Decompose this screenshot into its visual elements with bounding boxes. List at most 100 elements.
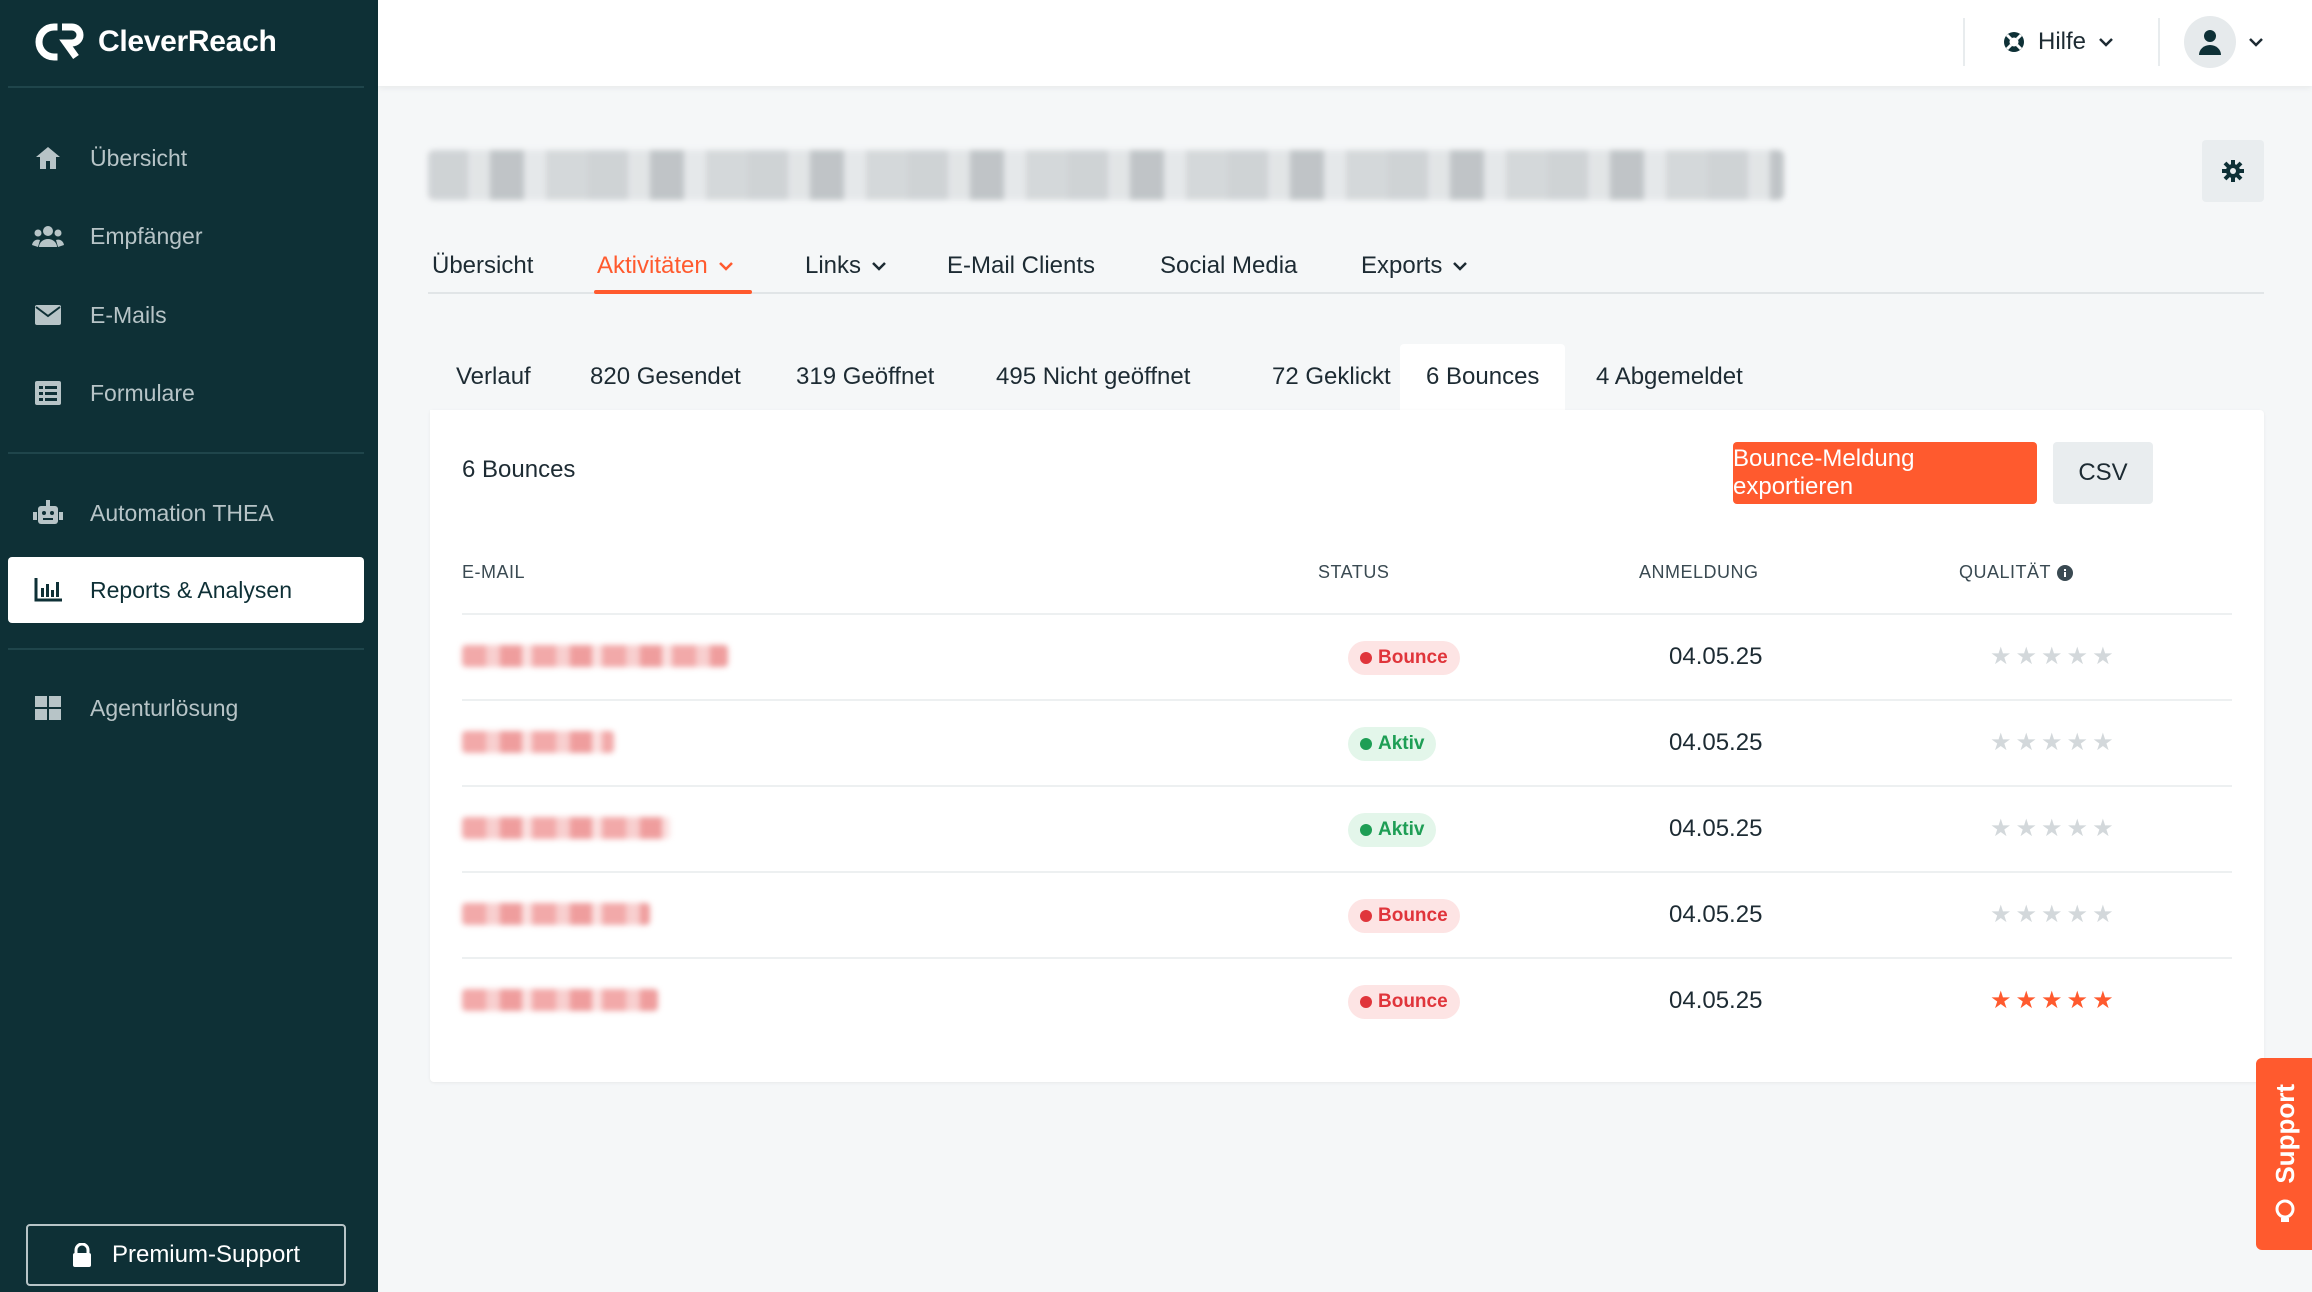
email-redacted[interactable]	[462, 731, 614, 753]
subtab-geklickt[interactable]: 72 Geklickt	[1246, 344, 1417, 410]
status-badge: Aktiv	[1348, 727, 1437, 761]
tab-label: Aktivitäten	[597, 252, 708, 279]
header-label: QUALITÄT	[1959, 562, 2052, 582]
export-bounce-button[interactable]: Bounce-Meldung exportieren	[1733, 442, 2037, 504]
tab-label: Social Media	[1160, 252, 1298, 279]
quality-stars: ★ ★ ★ ★ ★	[1990, 901, 2114, 929]
tab-email-clients[interactable]: E-Mail Clients	[947, 246, 1095, 286]
sidebar-item-label: Empfänger	[90, 222, 203, 249]
tab-social-media[interactable]: Social Media	[1160, 246, 1297, 286]
subtab-abgemeldet[interactable]: 4 Abgemeldet	[1570, 344, 1769, 410]
status-badge: Bounce	[1348, 985, 1460, 1019]
sidebar-item-uebersicht[interactable]: Übersicht	[8, 125, 364, 191]
premium-support-button[interactable]: Premium-Support	[26, 1224, 346, 1286]
sidebar-item-empfaenger[interactable]: Empfänger	[8, 203, 364, 269]
sidebar-item-label: Agenturlösung	[90, 694, 239, 721]
table-row[interactable]: Bounce 04.05.25 ★ ★ ★ ★ ★	[462, 613, 2232, 699]
chevron-down-icon	[718, 262, 733, 271]
star-icon: ★	[1990, 987, 2012, 1014]
sidebar-item-agentur[interactable]: Agenturlösung	[8, 675, 364, 741]
email-redacted[interactable]	[462, 903, 650, 925]
sidebar-item-emails[interactable]: E-Mails	[8, 282, 364, 348]
star-icon: ★	[2015, 729, 2038, 756]
star-icon: ★	[2041, 815, 2063, 842]
status-badge: Aktiv	[1348, 813, 1437, 847]
signup-date: 04.05.25	[1669, 815, 1763, 842]
subtab-label: Verlauf	[456, 363, 531, 390]
table-row[interactable]: Bounce 04.05.25 ★ ★ ★ ★ ★	[462, 871, 2232, 957]
star-icon: ★	[2066, 815, 2089, 842]
chevron-down-icon	[1453, 262, 1468, 271]
avatar	[2184, 16, 2236, 68]
logo[interactable]: CleverReach	[32, 20, 277, 64]
active-tab-indicator	[594, 290, 752, 294]
status-label: Bounce	[1378, 991, 1448, 1012]
quality-stars: ★ ★ ★ ★ ★	[1990, 643, 2114, 671]
tab-label: E-Mail Clients	[947, 252, 1096, 279]
tab-uebersicht[interactable]: Übersicht	[432, 246, 533, 286]
form-icon	[32, 377, 64, 409]
support-tab-button[interactable]: Support	[2256, 1058, 2312, 1250]
tab-exports[interactable]: Exports	[1361, 246, 1468, 286]
csv-button[interactable]: CSV	[2053, 442, 2153, 504]
topbar-separator	[2158, 18, 2160, 66]
sidebar-item-reports[interactable]: Reports & Analysen	[8, 557, 364, 623]
star-icon: ★	[2066, 901, 2089, 928]
robot-icon	[32, 497, 64, 529]
tab-label: Exports	[1361, 252, 1443, 279]
star-icon: ★	[2015, 901, 2038, 928]
status-badge: Bounce	[1348, 641, 1460, 675]
email-redacted[interactable]	[462, 817, 670, 839]
status-badge: Bounce	[1348, 899, 1460, 933]
email-redacted[interactable]	[462, 645, 728, 667]
star-icon: ★	[1990, 815, 2012, 842]
status-dot	[1360, 996, 1372, 1008]
star-icon: ★	[2041, 901, 2063, 928]
premium-support-label: Premium-Support	[111, 1241, 301, 1268]
card-title: 6 Bounces	[462, 456, 576, 483]
column-header-email[interactable]: E-MAIL	[462, 562, 525, 583]
subtab-geoeffnet[interactable]: 319 Geöffnet	[770, 344, 960, 410]
column-header-signup[interactable]: ANMELDUNG	[1639, 562, 1759, 583]
sidebar: CleverReach Übersicht Empfänger E-Mails …	[0, 0, 378, 1292]
settings-button[interactable]	[2202, 140, 2264, 202]
chevron-down-icon	[872, 262, 886, 271]
tab-links[interactable]: Links	[805, 246, 887, 286]
chart-icon	[32, 574, 64, 606]
info-icon[interactable]	[2057, 564, 2074, 581]
star-icon: ★	[2066, 729, 2089, 756]
quality-stars: ★ ★ ★ ★ ★	[1990, 815, 2114, 843]
tab-label: Übersicht	[432, 252, 534, 279]
sidebar-item-formulare[interactable]: Formulare	[8, 360, 364, 426]
user-menu-button[interactable]	[2184, 16, 2264, 68]
table-row[interactable]: Aktiv 04.05.25 ★ ★ ★ ★ ★	[462, 785, 2232, 871]
user-icon	[2199, 30, 2221, 55]
sidebar-item-label: Formulare	[90, 379, 195, 406]
column-header-status[interactable]: STATUS	[1318, 562, 1389, 583]
table-row[interactable]: Bounce 04.05.25 ★ ★ ★ ★ ★	[462, 957, 2232, 1043]
users-icon	[32, 220, 64, 252]
quality-stars: ★ ★ ★ ★ ★	[1990, 729, 2114, 757]
email-redacted[interactable]	[462, 989, 658, 1011]
cleverreach-logo-icon	[35, 23, 84, 61]
help-menu-button[interactable]: Hilfe	[2002, 20, 2114, 64]
star-icon: ★	[2066, 643, 2089, 670]
star-icon: ★	[1990, 643, 2012, 670]
subtab-bounces[interactable]: 6 Bounces	[1400, 344, 1566, 410]
subtab-label: 319 Geöffnet	[796, 363, 935, 390]
tab-aktivitaeten[interactable]: Aktivitäten	[597, 246, 734, 286]
column-header-quality[interactable]: QUALITÄT	[1959, 562, 2074, 583]
chevron-down-icon	[2249, 38, 2263, 47]
tab-label: Links	[805, 252, 862, 279]
subtab-gesendet[interactable]: 820 Gesendet	[564, 344, 767, 410]
star-icon: ★	[2092, 815, 2114, 842]
star-icon: ★	[2015, 987, 2038, 1014]
header-label: E-MAIL	[462, 562, 526, 582]
sidebar-item-automation[interactable]: Automation THEA	[8, 480, 364, 546]
subtab-nicht-geoeffnet[interactable]: 495 Nicht geöffnet	[970, 344, 1216, 410]
star-icon: ★	[2092, 643, 2114, 670]
home-icon	[32, 142, 64, 174]
subtab-verlauf[interactable]: Verlauf	[430, 344, 557, 410]
top-bar: Hilfe	[378, 0, 2312, 86]
table-row[interactable]: Aktiv 04.05.25 ★ ★ ★ ★ ★	[462, 699, 2232, 785]
